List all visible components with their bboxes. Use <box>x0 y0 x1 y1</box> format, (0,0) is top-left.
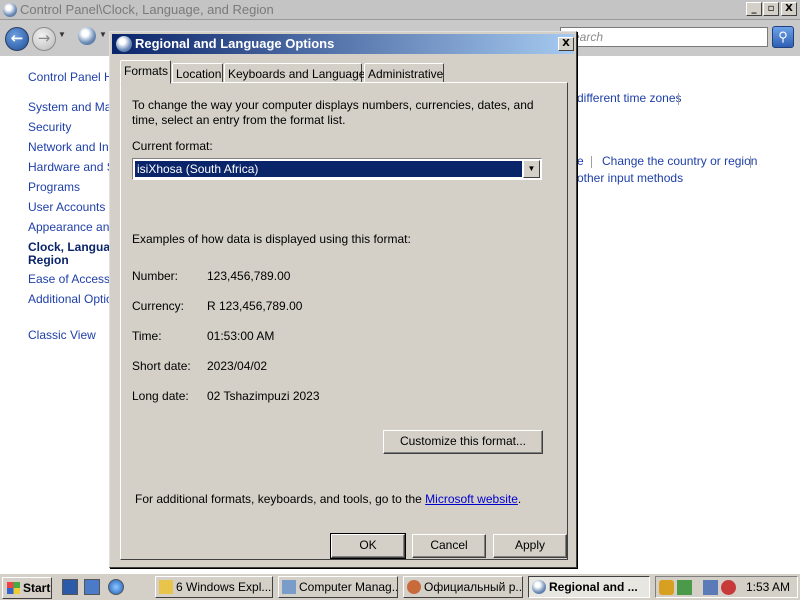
browser-icon <box>407 580 421 594</box>
computer-management-icon <box>282 580 296 594</box>
taskbar-browser-window[interactable]: Официальный р... <box>403 576 523 598</box>
control-panel-title: Control Panel\Clock, Language, and Regio… <box>20 2 274 17</box>
footer-period: . <box>517 492 522 506</box>
footer-text: For additional formats, keyboards, and t… <box>135 492 426 506</box>
example-value-number: 123,456,789.00 <box>207 269 291 283</box>
windows-logo-icon <box>7 582 20 594</box>
formats-tab-panel <box>120 82 568 560</box>
sidebar-link-hardware[interactable]: Hardware and Sound <box>28 160 110 174</box>
example-label-time: Time: <box>132 329 162 343</box>
sidebar-link-additional-options[interactable]: Additional Options <box>28 292 110 306</box>
examples-heading: Examples of how data is displayed using … <box>132 232 411 246</box>
change-country-link[interactable]: Change the country or region <box>602 154 757 168</box>
sidebar-link-system[interactable]: System and Maintenance <box>28 100 110 114</box>
network-icon[interactable] <box>703 580 718 595</box>
close-button[interactable]: X <box>781 2 797 16</box>
tab-administrative[interactable]: Administrative <box>364 63 444 83</box>
tab-formats[interactable]: Formats <box>120 60 171 84</box>
sidebar-link-programs[interactable]: Programs <box>28 180 110 194</box>
link-separator <box>591 156 592 168</box>
dialog-title: Regional and Language Options <box>135 36 335 51</box>
control-panel-address-icon <box>78 27 96 45</box>
switch-windows-icon[interactable] <box>84 579 100 595</box>
sidebar-link-network[interactable]: Network and Internet <box>28 140 110 154</box>
globe-icon <box>116 36 132 52</box>
back-button[interactable]: ← <box>5 27 29 51</box>
sidebar-link-appearance[interactable]: Appearance and Personalization <box>28 220 110 234</box>
intro-text-line2: time, select an entry from the format li… <box>132 113 346 127</box>
footer-text-group: For additional formats, keyboards, and t… <box>135 492 521 506</box>
tab-location[interactable]: Location <box>172 63 223 83</box>
dialog-close-button[interactable]: X <box>558 37 574 51</box>
system-clock[interactable]: 1:53 AM <box>746 580 790 594</box>
example-label-long-date: Long date: <box>132 389 189 403</box>
search-icon: ⚲ <box>778 29 788 44</box>
example-label-currency: Currency: <box>132 299 185 313</box>
taskbar-task-label: 6 Windows Expl... <box>176 580 272 594</box>
taskbar-windows-explorer[interactable]: 6 Windows Expl... <box>155 576 273 598</box>
minimize-button[interactable]: _ <box>746 2 762 16</box>
start-button[interactable]: Start <box>2 577 52 599</box>
partial-link[interactable]: e <box>577 154 584 168</box>
security-shield-icon[interactable] <box>659 580 674 595</box>
example-value-long-date: 02 Tshazimpuzi 2023 <box>207 389 320 403</box>
taskbar-regional-options[interactable]: Regional and ... <box>528 576 650 598</box>
dialog-titlebar: Regional and Language Options X <box>112 34 574 54</box>
system-tray: 1:53 AM <box>655 576 798 598</box>
taskbar-computer-management[interactable]: Computer Manag... <box>278 576 398 598</box>
sidebar-link-classic-view[interactable]: Classic View <box>28 328 110 342</box>
address-dropdown-icon[interactable]: ▼ <box>99 30 107 39</box>
sidebar-link-ease-of-access[interactable]: Ease of Access <box>28 272 110 286</box>
show-desktop-icon[interactable] <box>62 579 78 595</box>
sidebar-link-user-accounts[interactable]: User Accounts <box>28 200 110 214</box>
link-separator <box>750 156 751 168</box>
microsoft-website-link[interactable]: Microsoft website <box>425 492 518 506</box>
sidebar-link-home[interactable]: Control Panel Home <box>28 70 110 84</box>
current-format-label: Current format: <box>132 139 213 153</box>
input-methods-link[interactable]: other input methods <box>577 171 683 185</box>
sidebar-link-clock-region-line2[interactable]: Region <box>28 253 110 267</box>
control-panel-icon <box>3 3 17 17</box>
arrow-left-icon: ← <box>10 29 24 47</box>
arrow-right-icon: → <box>37 29 51 47</box>
time-zones-link[interactable]: different time zones <box>577 91 682 105</box>
sidebar-link-clock-region[interactable]: Clock, Language, and <box>28 240 110 254</box>
windows-update-icon[interactable] <box>677 580 692 595</box>
taskbar-task-label: Regional and ... <box>549 580 638 594</box>
ok-button[interactable]: OK <box>330 533 406 559</box>
search-input[interactable]: Search <box>560 27 768 47</box>
taskbar-task-label: Computer Manag... <box>299 580 398 594</box>
globe-icon <box>532 580 546 594</box>
example-label-number: Number: <box>132 269 179 283</box>
current-format-select[interactable]: isiXhosa (South Africa) ▼ <box>132 158 542 180</box>
volume-muted-icon[interactable] <box>721 580 736 595</box>
cancel-button[interactable]: Cancel <box>412 534 486 558</box>
example-value-currency: R 123,456,789.00 <box>207 299 303 313</box>
search-button[interactable]: ⚲ <box>772 26 794 48</box>
example-value-short-date: 2023/04/02 <box>207 359 268 373</box>
start-label: Start <box>23 581 51 595</box>
apply-button[interactable]: Apply <box>493 534 567 558</box>
example-label-short-date: Short date: <box>132 359 191 373</box>
chevron-down-icon[interactable]: ▼ <box>523 160 540 178</box>
sidebar-link-security[interactable]: Security <box>28 120 110 134</box>
current-format-value: isiXhosa (South Africa) <box>134 160 523 178</box>
restore-button[interactable]: ▫ <box>763 2 779 16</box>
tab-keyboards-languages[interactable]: Keyboards and Languages <box>224 63 371 83</box>
forward-button[interactable]: → <box>32 27 56 51</box>
control-panel-titlebar: Control Panel\Clock, Language, and Regio… <box>0 0 800 20</box>
link-separator <box>678 93 679 105</box>
folder-icon <box>159 580 173 594</box>
regional-language-dialog: Regional and Language Options X Formats … <box>109 31 577 568</box>
recent-pages-dropdown[interactable]: ▼ <box>58 30 66 39</box>
intro-text-line1: To change the way your computer displays… <box>132 98 534 112</box>
customize-format-button[interactable]: Customize this format... <box>383 430 543 454</box>
example-value-time: 01:53:00 AM <box>207 329 275 343</box>
internet-explorer-icon[interactable] <box>108 579 124 595</box>
taskbar-task-label: Официальный р... <box>424 580 523 594</box>
